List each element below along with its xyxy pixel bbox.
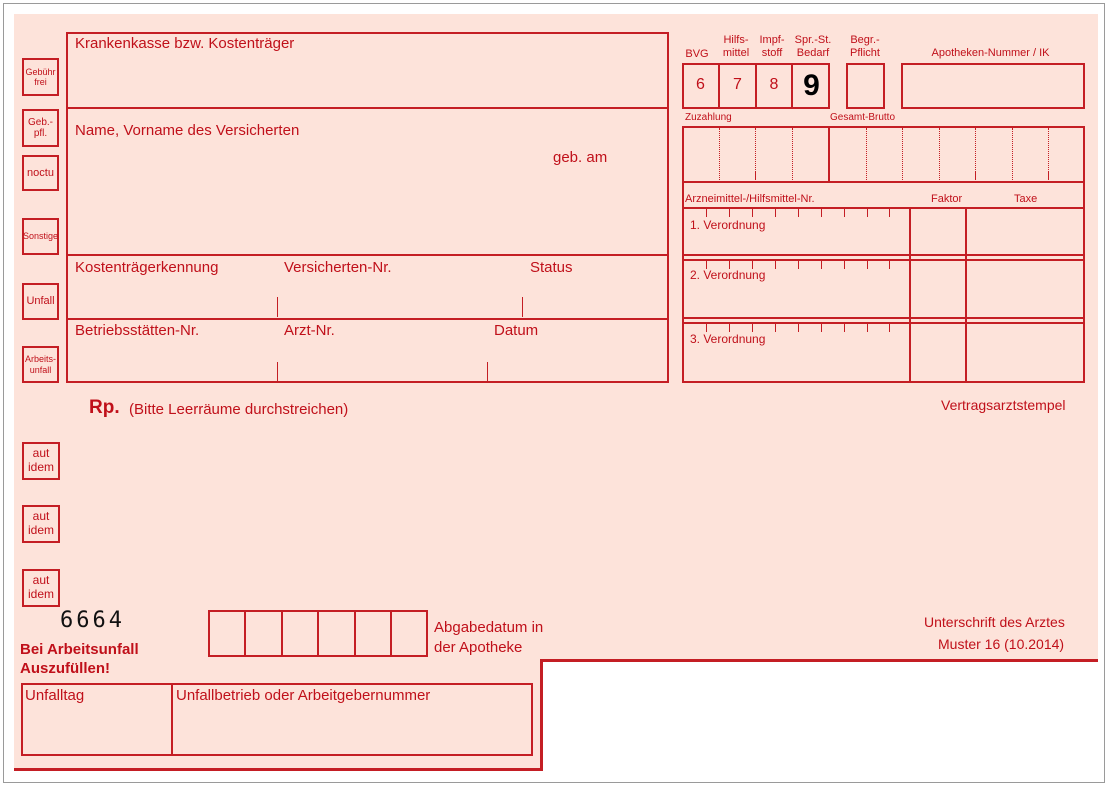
abgabedatum-label: Abgabedatum in der Apotheke (434, 619, 544, 656)
unfallbetrieb-label: Unfallbetrieb oder Arbeitgebernummer (176, 687, 431, 704)
versicherten-label: Versicherten-Nr. (284, 259, 392, 276)
aut-idem-label-1: aut idem (27, 446, 54, 474)
checkbox-gebuehr-frei[interactable]: Gebühr frei (22, 58, 59, 96)
datum-label: Datum (494, 322, 539, 339)
begr-pflicht-box[interactable] (846, 63, 885, 109)
checkbox-gebuehr-frei-label: Gebühr frei (25, 66, 56, 87)
zuzahlung-brutto-divider (828, 126, 830, 182)
geb-am-label: geb. am (553, 149, 608, 166)
aut-idem-checkbox-2[interactable]: aut idem (22, 505, 60, 543)
digit-hilfsmittel[interactable]: 7 (719, 76, 756, 94)
zuzahlung-label: Zuzahlung (685, 112, 732, 123)
checkbox-sonstige-label: Sonstige (22, 231, 59, 242)
divider-kennung (66, 318, 669, 320)
aut-idem-checkbox-3[interactable]: aut idem (22, 569, 60, 607)
name-label: Name, Vorname des Versicherten (75, 122, 300, 139)
gesamt-brutto-label: Gesamt-Brutto (830, 112, 896, 123)
rp-instruction: (Bitte Leerräume durchstreichen) (129, 401, 349, 418)
bvg-label: BVG (685, 48, 709, 60)
kostentraeger-label: Kostenträgerkennung (75, 259, 219, 276)
taxe-label: Taxe (1014, 193, 1038, 205)
checkbox-noctu[interactable]: noctu (22, 155, 59, 191)
divider-kasse (66, 107, 669, 109)
rp-label: Rp. (89, 397, 120, 418)
aut-idem-checkbox-1[interactable]: aut idem (22, 442, 60, 480)
digit-spr[interactable]: 9 (793, 69, 830, 104)
unterschrift-label: Unterschrift des Arztes (924, 614, 1065, 630)
begr-label: Begr.- Pflicht (850, 34, 880, 59)
form-edge-step (540, 659, 543, 770)
digit-bvg[interactable]: 6 (682, 76, 719, 94)
checkbox-unfall[interactable]: Unfall (22, 283, 59, 320)
aut-idem-label-2: aut idem (27, 509, 54, 537)
verordnung-3-label: 3. Verordnung (690, 332, 766, 346)
faktor-column (909, 207, 911, 383)
arbeitsunfall-note: Bei Arbeitsunfall Auszufüllen! (20, 641, 139, 677)
impfstoff-label: Impf- stoff (759, 34, 785, 59)
form-code: 6664 (60, 608, 125, 633)
verordnung-2-label: 2. Verordnung (690, 268, 766, 282)
sep-status (522, 297, 523, 317)
pharmacy-divider-top (682, 181, 1085, 183)
checkbox-arbeitsunfall-label: Arbeits- unfall (24, 354, 56, 375)
unfall-divider (171, 683, 173, 756)
spr-label: Spr.-St. Bedarf (794, 34, 832, 59)
apotheken-nummer-box[interactable] (901, 63, 1085, 109)
checkbox-geb-pfl[interactable]: Geb.- pfl. (22, 109, 59, 147)
muster-label: Muster 16 (10.2014) (938, 636, 1065, 652)
taxe-column (965, 207, 967, 383)
checkbox-noctu-label: noctu (27, 166, 54, 179)
unfalltag-label: Unfalltag (25, 687, 85, 704)
checkbox-geb-pfl-label: Geb.- pfl. (27, 116, 53, 140)
krankenkasse-label: Krankenkasse bzw. Kostenträger (75, 35, 295, 52)
aut-idem-label-3: aut idem (27, 573, 54, 601)
vertragsarztstempel-label: Vertragsarztstempel (941, 397, 1066, 413)
divider-name (66, 254, 669, 256)
checkbox-unfall-label: Unfall (26, 295, 55, 308)
hilfsmittel-label: Hilfs- mittel (722, 34, 750, 59)
arzt-label: Arzt-Nr. (284, 322, 335, 339)
faktor-label: Faktor (931, 193, 963, 205)
checkbox-sonstige[interactable]: Sonstige (22, 218, 59, 255)
status-label: Status (530, 259, 573, 276)
betrieb-label: Betriebsstätten-Nr. (75, 322, 200, 339)
sep-datum (487, 362, 488, 382)
verordnung-1-label: 1. Verordnung (690, 218, 766, 232)
arzneimittel-label: Arzneimittel-/Hilfsmittel-Nr. (685, 193, 815, 205)
checkbox-arbeitsunfall[interactable]: Arbeits- unfall (22, 346, 59, 383)
apotheken-label: Apotheken-Nummer / IK (931, 47, 1050, 59)
form-edge-bottom-right (540, 659, 1098, 662)
digit-impfstoff[interactable]: 8 (756, 76, 792, 94)
form-edge-bottom-left (14, 768, 543, 771)
sep-versicherten (277, 297, 278, 317)
sep-arzt (277, 362, 278, 382)
